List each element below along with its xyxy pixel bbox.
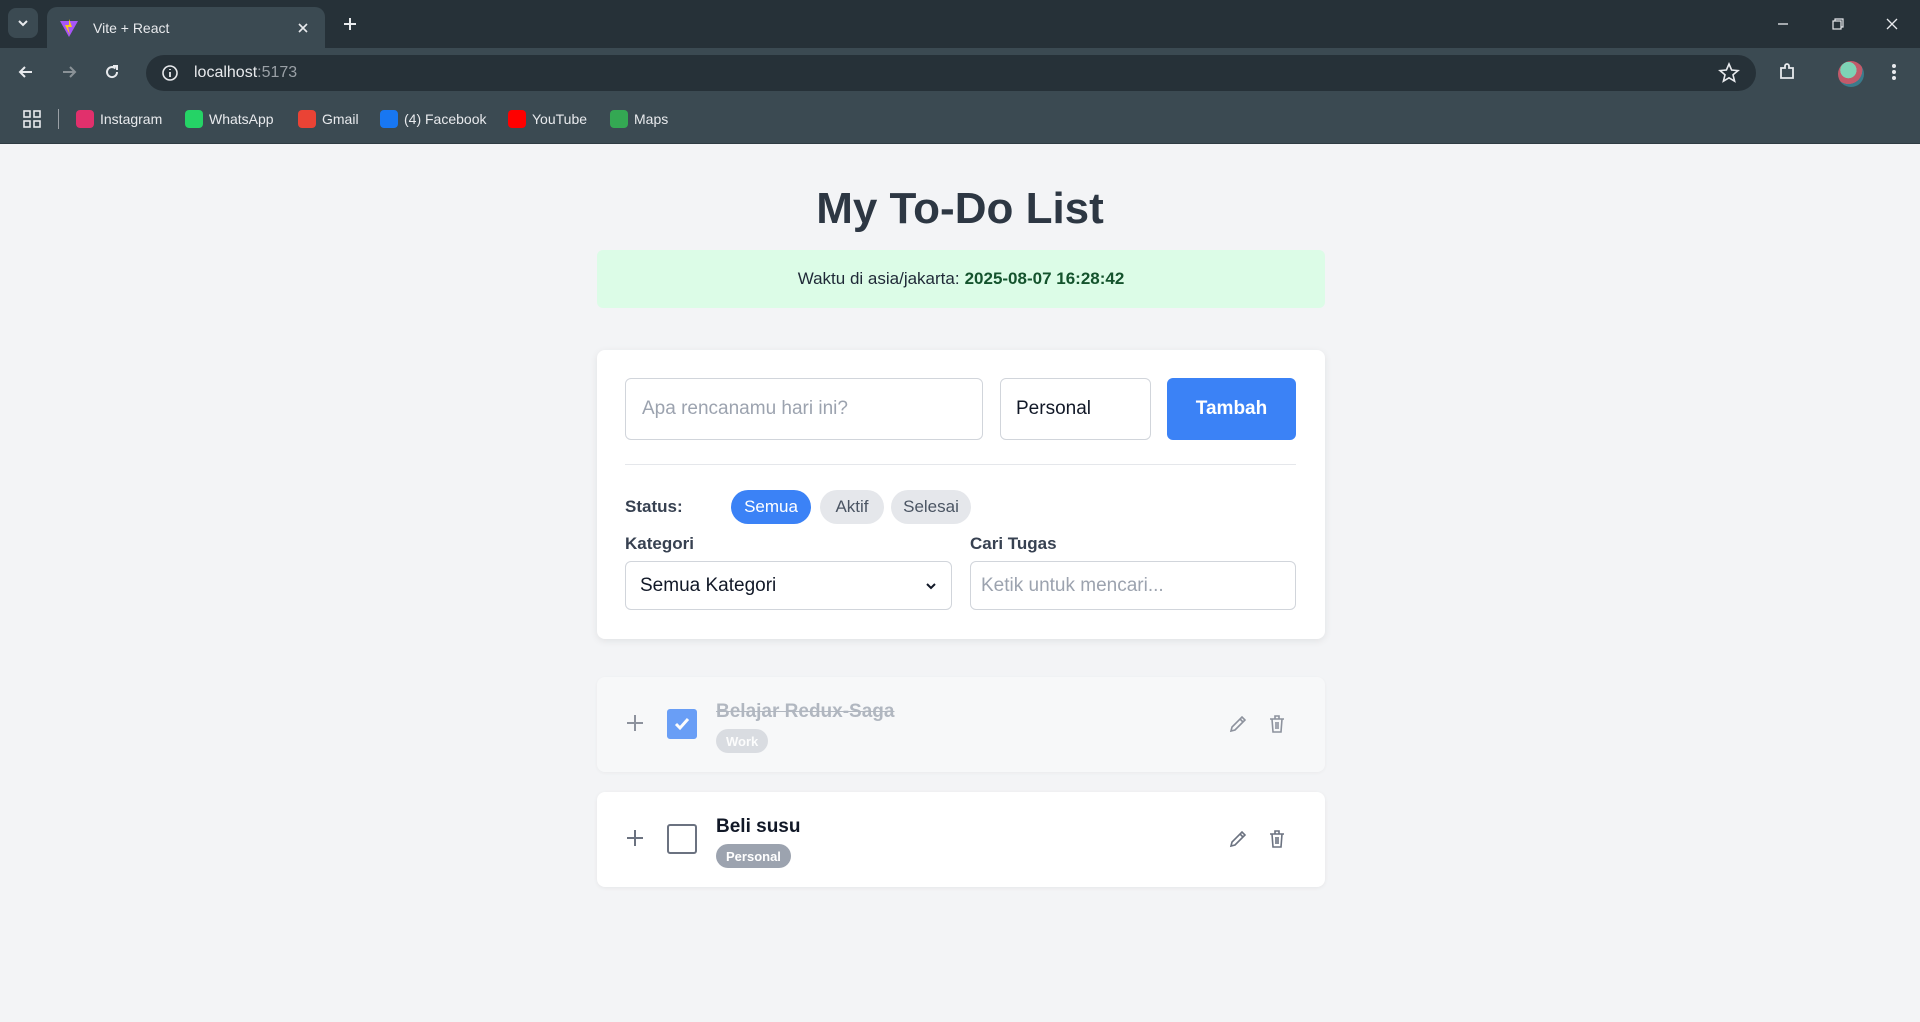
new-tab-icon[interactable]	[338, 12, 362, 36]
drag-handle-icon[interactable]	[625, 828, 645, 848]
category-filter-select[interactable]: Semua Kategori	[625, 561, 952, 610]
browser-toolbar: localhost:5173	[0, 48, 1920, 95]
app-page: My To-Do List Waktu di asia/jakarta: 202…	[0, 144, 1920, 1022]
category-filter-label: Kategori	[625, 534, 694, 553]
todo-text: Belajar Redux-Saga	[716, 701, 895, 722]
menu-kebab-icon[interactable]	[1880, 58, 1908, 86]
chevron-down-icon	[18, 20, 28, 27]
gmail-icon	[298, 110, 316, 128]
todo-item: Beli susu Personal	[597, 792, 1325, 887]
clock-value: 2025-08-07 16:28:42	[964, 269, 1125, 288]
status-label: Status:	[625, 497, 683, 516]
address-bar[interactable]: localhost:5173	[146, 55, 1756, 91]
drag-handle-icon[interactable]	[625, 713, 645, 733]
tab-title: Vite + React	[93, 19, 170, 36]
bookmark-star-icon[interactable]	[1718, 62, 1740, 84]
todo-text: Beli susu	[716, 816, 801, 837]
page-title: My To-Do List	[816, 184, 1104, 233]
form-divider	[625, 464, 1296, 465]
whatsapp-icon	[185, 110, 203, 128]
edit-pencil-icon[interactable]	[1227, 713, 1249, 735]
add-task-button[interactable]: Tambah	[1167, 378, 1296, 440]
bookmark-instagram[interactable]: Instagram	[76, 107, 162, 131]
back-icon[interactable]	[12, 58, 40, 86]
close-tab-icon[interactable]	[293, 18, 313, 38]
bookmark-facebook[interactable]: (4) Facebook	[380, 107, 486, 131]
reload-icon[interactable]	[98, 58, 126, 86]
bookmark-label: (4) Facebook	[404, 111, 487, 127]
filter-done-button[interactable]: Selesai	[891, 490, 971, 524]
todo-item: Belajar Redux-Saga Work	[597, 677, 1325, 772]
todo-form-card: Personal Tambah Status: Semua Aktif Sele…	[597, 350, 1325, 639]
checkmark-icon	[674, 718, 690, 731]
bookmark-label: Maps	[634, 111, 669, 127]
bookmark-label: YouTube	[532, 111, 588, 127]
todo-checkbox[interactable]	[667, 824, 697, 854]
minimize-icon[interactable]	[1769, 10, 1797, 38]
bookmark-maps[interactable]: Maps	[610, 107, 668, 131]
todo-category-tag: Personal	[716, 844, 791, 868]
tab-strip: Vite + React	[0, 0, 1920, 48]
filter-all-button[interactable]: Semua	[731, 490, 811, 524]
bookmark-label: Gmail	[322, 111, 359, 127]
bookmark-gmail[interactable]: Gmail	[298, 107, 359, 131]
delete-trash-icon[interactable]	[1266, 713, 1288, 735]
url-host: localhost	[194, 64, 258, 81]
bookmark-label: Instagram	[100, 111, 163, 127]
clock-banner: Waktu di asia/jakarta: 2025-08-07 16:28:…	[597, 250, 1325, 308]
clock-label: Waktu di asia/jakarta:	[797, 269, 960, 288]
profile-avatar[interactable]	[1838, 61, 1864, 87]
chevron-down-icon	[926, 582, 936, 589]
delete-trash-icon[interactable]	[1266, 828, 1288, 850]
category-select-value: Personal	[1016, 398, 1091, 419]
extensions-icon[interactable]	[1773, 58, 1801, 86]
bookmark-label: WhatsApp	[209, 111, 274, 127]
apps-grid-icon[interactable]	[22, 109, 42, 129]
search-label: Cari Tugas	[970, 534, 1057, 553]
task-input[interactable]	[625, 378, 983, 440]
search-input[interactable]	[970, 561, 1296, 610]
bookmarks-bar: Instagram WhatsApp Gmail (4) Facebook YouTub…	[0, 95, 1920, 144]
site-info-icon[interactable]	[160, 63, 180, 83]
filter-active-button[interactable]: Aktif	[820, 490, 884, 524]
category-filter-value: Semua Kategori	[640, 574, 777, 596]
close-window-icon[interactable]	[1878, 10, 1906, 38]
maps-icon	[610, 110, 628, 128]
bookmarks-separator	[58, 109, 59, 129]
url-port: :5173	[257, 64, 298, 81]
instagram-icon	[76, 110, 94, 128]
edit-pencil-icon[interactable]	[1227, 828, 1249, 850]
browser-tab[interactable]: Vite + React	[47, 7, 325, 48]
todo-category-tag: Work	[716, 729, 769, 753]
category-select[interactable]: Personal	[1000, 378, 1151, 440]
bookmark-youtube[interactable]: YouTube	[508, 107, 587, 131]
todo-checkbox[interactable]	[667, 709, 697, 739]
tab-search-button[interactable]	[8, 8, 38, 38]
vite-icon	[60, 18, 78, 37]
youtube-icon	[508, 110, 526, 128]
forward-icon[interactable]	[55, 58, 83, 86]
facebook-icon	[380, 110, 398, 128]
bookmark-whatsapp[interactable]: WhatsApp	[185, 107, 274, 131]
restore-icon[interactable]	[1824, 10, 1852, 38]
